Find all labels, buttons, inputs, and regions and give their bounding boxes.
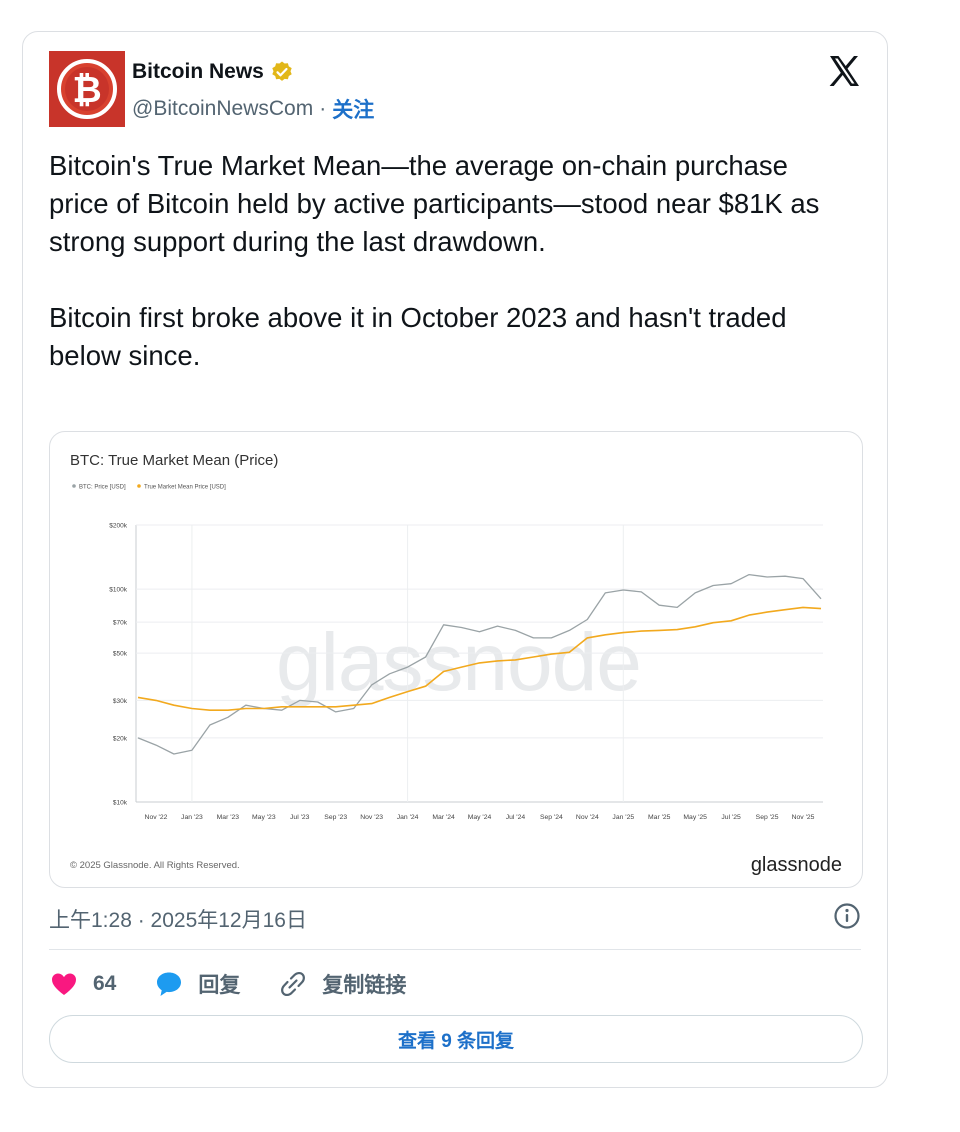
x-tick-label: May '25 <box>683 814 707 821</box>
x-tick-label: Nov '24 <box>576 814 599 821</box>
action-bar: 64 回复 复制链接 <box>49 967 444 1001</box>
y-tick-label: $30k <box>113 698 128 705</box>
x-tick-label: Sep '24 <box>540 814 563 821</box>
link-icon <box>281 971 306 997</box>
tweet-text: Bitcoin's True Market Mean—the average o… <box>49 147 829 375</box>
copy-link-button[interactable]: 复制链接 <box>278 969 406 999</box>
author-row: Bitcoin News <box>132 60 294 84</box>
x-logo-icon[interactable] <box>827 54 861 88</box>
chart-y-axis: $200k $100k $70k $50k $30k $20k $10k <box>109 523 127 807</box>
x-tick-label: Jul '25 <box>721 814 741 821</box>
chart-x-axis: Nov '22 Jan '23 Mar '23 May '23 Jul '23 Sep '… <box>145 814 815 821</box>
chart-svg: BTC: True Market Mean (Price) BTC: Price… <box>70 452 842 876</box>
separator-dot: · <box>319 97 327 120</box>
x-tick-label: Nov '22 <box>145 814 168 821</box>
x-tick-label: Jul '23 <box>290 814 310 821</box>
chart-legend: BTC: Price [USD] True Market Mean Price … <box>72 484 226 491</box>
copy-link-label: 复制链接 <box>322 974 407 997</box>
chart-watermark: glassnode <box>276 617 641 708</box>
like-count: 64 <box>93 972 117 995</box>
info-icon[interactable] <box>833 902 861 930</box>
tweet-paragraph-2: Bitcoin first broke above it in October … <box>49 302 795 371</box>
legend-tmm-swatch <box>137 484 141 488</box>
x-tick-label: Sep '25 <box>756 814 779 821</box>
legend-btc-label: BTC: Price [USD] <box>79 485 126 491</box>
y-tick-label: $100k <box>109 587 127 594</box>
x-tick-label: Jan '23 <box>181 814 203 821</box>
handle-row: @BitcoinNewsCom · 关注 <box>132 94 374 124</box>
chart-brand: glassnode <box>751 854 842 876</box>
author-handle[interactable]: @BitcoinNewsCom <box>132 97 313 121</box>
tweet-timestamp[interactable]: 上午1:28 · 2025年12月16日 <box>49 904 307 934</box>
divider <box>49 949 861 950</box>
chart-title: BTC: True Market Mean (Price) <box>70 452 278 469</box>
y-tick-label: $70k <box>113 620 128 627</box>
x-tick-label: Jan '24 <box>397 814 419 821</box>
chart-copyright: © 2025 Glassnode. All Rights Reserved. <box>70 860 240 871</box>
bitcoin-logo-icon: ₿ <box>49 51 125 127</box>
follow-button[interactable]: 关注 <box>332 94 374 124</box>
x-tick-label: Nov '23 <box>360 814 383 821</box>
x-tick-label: May '23 <box>252 814 276 821</box>
legend-tmm-label: True Market Mean Price [USD] <box>144 485 226 491</box>
y-tick-label: $200k <box>109 523 127 530</box>
reply-bubble-icon <box>157 972 182 996</box>
tweet-paragraph-1: Bitcoin's True Market Mean—the average o… <box>49 150 828 257</box>
y-tick-label: $10k <box>113 800 128 807</box>
svg-text:₿: ₿ <box>72 70 101 111</box>
like-button[interactable]: 64 <box>49 969 116 999</box>
x-tick-label: Jan '25 <box>612 814 634 821</box>
x-tick-label: Mar '23 <box>217 814 240 821</box>
avatar[interactable]: ₿ <box>49 51 125 127</box>
y-tick-label: $20k <box>113 735 128 742</box>
heart-icon <box>52 973 76 995</box>
verified-badge-icon <box>272 61 292 81</box>
tweet-card: ₿ Bitcoin News @BitcoinNewsCom · 关注 Bitc… <box>22 31 888 1088</box>
reply-label: 回复 <box>198 974 241 997</box>
x-tick-label: May '24 <box>468 814 492 821</box>
x-tick-label: Mar '24 <box>432 814 455 821</box>
x-tick-label: Nov '25 <box>792 814 815 821</box>
chart-image[interactable]: BTC: True Market Mean (Price) BTC: Price… <box>49 431 863 888</box>
reply-button[interactable]: 回复 <box>154 969 240 999</box>
x-tick-label: Mar '25 <box>648 814 671 821</box>
legend-btc-swatch <box>72 484 76 488</box>
x-tick-label: Sep '23 <box>324 814 347 821</box>
x-tick-label: Jul '24 <box>506 814 526 821</box>
view-replies-button[interactable]: 查看 9 条回复 <box>49 1015 863 1063</box>
author-name[interactable]: Bitcoin News <box>132 60 264 84</box>
y-tick-label: $50k <box>113 651 128 658</box>
